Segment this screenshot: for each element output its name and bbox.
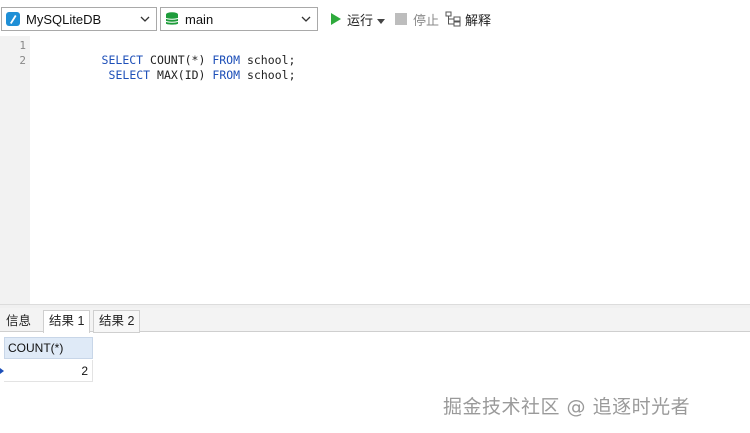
column-header[interactable]: COUNT(*) bbox=[4, 337, 93, 359]
sql-keyword: FROM bbox=[212, 68, 248, 82]
database-icon bbox=[163, 10, 181, 28]
explain-plan-icon bbox=[445, 11, 461, 27]
caret-down-icon bbox=[377, 12, 385, 27]
result-tabs: 信息 结果 1 结果 2 bbox=[0, 308, 750, 334]
connection-select-value: MySQLiteDB bbox=[26, 11, 102, 27]
run-button[interactable]: 运行 bbox=[327, 8, 373, 30]
table-cell[interactable]: 2 bbox=[4, 360, 93, 382]
run-options-dropdown[interactable] bbox=[377, 8, 389, 30]
chevron-down-icon bbox=[300, 13, 312, 25]
toolbar: MySQLiteDB main 运行 停止 解释 bbox=[0, 0, 750, 36]
schema-select-value: main bbox=[185, 11, 214, 27]
tab-info[interactable]: 信息 bbox=[0, 310, 37, 333]
tab-result-1[interactable]: 结果 1 bbox=[43, 310, 91, 334]
line-number-gutter: 1 2 bbox=[0, 36, 30, 304]
line-number: 1 bbox=[19, 39, 26, 52]
code-line: SELECT COUNT(*) FROM school; bbox=[60, 38, 296, 67]
stop-button[interactable]: 停止 bbox=[393, 8, 439, 30]
code-area[interactable]: SELECT COUNT(*) FROM school; SELECT MAX(… bbox=[30, 36, 750, 304]
watermark: 掘金技术社区 @ 追逐时光者 bbox=[443, 396, 691, 418]
sql-editor[interactable]: 1 2 SELECT COUNT(*) FROM school; SELECT … bbox=[0, 36, 750, 304]
stop-icon bbox=[393, 11, 409, 27]
run-button-label: 运行 bbox=[347, 12, 374, 28]
chevron-down-icon bbox=[139, 13, 151, 25]
sql-table-name: school; bbox=[247, 68, 296, 82]
sql-keyword: SELECT bbox=[108, 68, 158, 82]
schema-select[interactable]: main bbox=[160, 7, 318, 31]
explain-button[interactable]: 解释 bbox=[445, 8, 491, 30]
connection-select[interactable]: MySQLiteDB bbox=[1, 7, 157, 31]
explain-button-label: 解释 bbox=[465, 12, 492, 28]
line-number: 2 bbox=[19, 54, 26, 67]
code-line: SELECT MAX(ID) FROM school; bbox=[67, 53, 296, 82]
tab-result-2[interactable]: 结果 2 bbox=[93, 310, 141, 333]
sqlite-connection-icon bbox=[4, 10, 22, 28]
stop-button-label: 停止 bbox=[413, 12, 440, 28]
play-icon bbox=[327, 11, 343, 27]
sql-expression: MAX(ID) bbox=[157, 68, 213, 82]
